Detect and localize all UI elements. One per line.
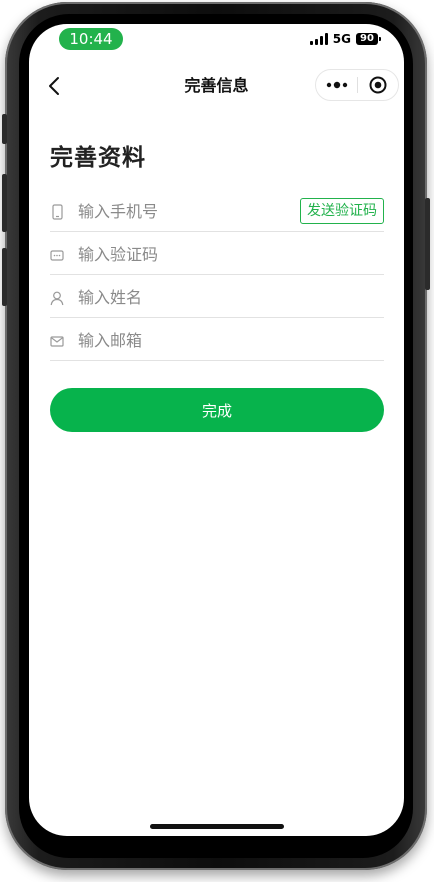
back-button[interactable]: [39, 70, 69, 102]
submit-button[interactable]: 完成: [50, 388, 384, 432]
status-indicators: 5G 90: [309, 32, 381, 46]
home-indicator[interactable]: [150, 824, 284, 829]
phone-field-row: 发送验证码: [50, 190, 384, 232]
sms-code-icon: [50, 247, 64, 263]
more-button[interactable]: [316, 70, 357, 100]
battery-icon: 90: [356, 33, 381, 45]
signal-icon: [309, 33, 328, 45]
email-field-row: [50, 319, 384, 361]
menu-capsule: [315, 69, 399, 101]
page-title: 完善资料: [50, 145, 146, 171]
volume-down-button: [2, 248, 7, 306]
network-type: 5G: [332, 32, 351, 46]
name-input[interactable]: [78, 284, 368, 310]
email-input[interactable]: [78, 327, 368, 353]
send-code-button[interactable]: 发送验证码: [300, 198, 384, 224]
power-button: [425, 198, 430, 290]
code-input[interactable]: [78, 241, 368, 267]
mute-switch: [2, 114, 7, 144]
code-field-row: [50, 233, 384, 275]
status-time: 10:44: [59, 28, 123, 50]
phone-icon: [50, 204, 64, 220]
screen: 10:44 5G 90 完善信息 完善资料 输入手机号 发送验证码 输入验证码 …: [29, 24, 404, 836]
nav-bar: 完善信息: [29, 66, 404, 106]
target-close-icon: [369, 76, 387, 94]
more-dots-icon: [326, 81, 347, 89]
mail-icon: [50, 333, 64, 349]
volume-up-button: [2, 174, 7, 232]
back-arrow-icon: [49, 77, 59, 95]
close-miniprogram-button[interactable]: [358, 70, 398, 100]
phone-input[interactable]: [78, 198, 268, 224]
name-field-row: [50, 276, 384, 318]
person-icon: [50, 290, 64, 306]
